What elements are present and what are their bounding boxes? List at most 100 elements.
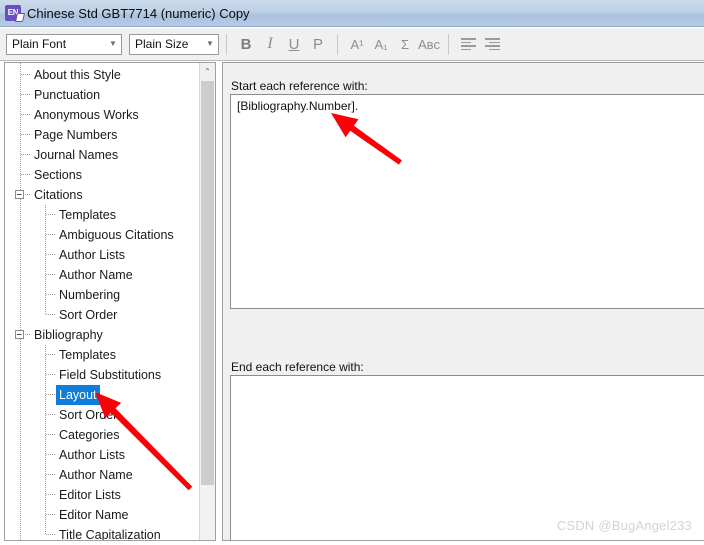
align-left-button[interactable] xyxy=(456,32,480,56)
csdn-watermark: CSDN @BugAngel233 xyxy=(556,518,692,533)
tree-item[interactable]: Author Name xyxy=(5,265,201,285)
plain-button[interactable]: P xyxy=(306,32,330,56)
tree-connector xyxy=(21,114,30,115)
tree-item[interactable]: Sort Order xyxy=(5,305,201,325)
tree-item-label: Author Name xyxy=(59,468,133,482)
tree-item[interactable]: Page Numbers xyxy=(5,125,201,145)
scrollbar-thumb[interactable] xyxy=(201,81,214,485)
tree-item-label: Punctuation xyxy=(34,88,101,102)
sidebar-scrollbar[interactable]: ⌃ xyxy=(199,63,215,540)
tree-item-label: About this Style xyxy=(34,68,121,82)
tree-item[interactable]: Sort Order xyxy=(5,405,201,425)
insert-symbol-icon[interactable]: Σ xyxy=(393,32,417,56)
start-each-reference-input[interactable]: [Bibliography.Number]. xyxy=(230,94,704,309)
tree-item-label: Sort Order xyxy=(59,408,118,422)
tree-item-label: Author Lists xyxy=(59,248,126,262)
tree-item[interactable]: Categories xyxy=(5,425,201,445)
formatting-toolbar: Plain Font ▼ Plain Size ▼ B I U P A¹ A₁ … xyxy=(0,28,704,61)
tree-item[interactable]: Editor Name xyxy=(5,505,201,525)
endnote-app-icon: EN xyxy=(5,5,21,21)
scroll-up-arrow-icon[interactable]: ⌃ xyxy=(200,63,215,80)
tree-item-label: Citations xyxy=(34,188,83,202)
tree-item-label: Editor Name xyxy=(59,508,129,522)
tree-item-label: Field Substitutions xyxy=(59,368,162,382)
tree-item[interactable]: Numbering xyxy=(5,285,201,305)
italic-button[interactable]: I xyxy=(258,32,282,56)
tree-item[interactable]: Field Substitutions xyxy=(5,365,201,385)
tree-item[interactable]: About this Style xyxy=(5,65,201,85)
tree-item[interactable]: Templates xyxy=(5,345,201,365)
toolbar-divider xyxy=(337,33,338,55)
toolbar-divider xyxy=(226,33,227,55)
tree-connector xyxy=(46,434,55,435)
tree-connector xyxy=(46,314,55,315)
size-combo[interactable]: Plain Size ▼ xyxy=(129,33,219,55)
tree-connector xyxy=(46,354,55,355)
tree-item-label: Title Capitalization xyxy=(59,528,161,541)
tree-connector xyxy=(46,474,55,475)
tree-item[interactable]: Ambiguous Citations xyxy=(5,225,201,245)
tree-connector xyxy=(21,194,30,195)
tree-connector xyxy=(21,94,30,95)
bold-button[interactable]: B xyxy=(234,32,258,56)
tree-item-label: Anonymous Works xyxy=(34,108,139,122)
font-combo[interactable]: Plain Font ▼ xyxy=(6,33,122,55)
tree-connector xyxy=(21,134,30,135)
tree-connector xyxy=(46,214,55,215)
align-left-icon xyxy=(460,38,476,50)
chevron-down-icon: ▼ xyxy=(109,39,117,48)
tree-item-label: Journal Names xyxy=(34,148,119,162)
tree-item[interactable]: Title Capitalization xyxy=(5,525,201,541)
tree-item[interactable]: Citations xyxy=(5,185,201,205)
tree-connector xyxy=(46,274,55,275)
layout-settings-panel: Start each reference with: [Bibliography… xyxy=(222,62,704,541)
size-combo-value: Plain Size xyxy=(135,37,189,51)
tree-connector xyxy=(46,294,55,295)
tree-item-label: Sections xyxy=(34,168,82,182)
chevron-down-icon: ▼ xyxy=(206,39,214,48)
tree-item-label: Ambiguous Citations xyxy=(59,228,174,242)
tree-item[interactable]: Anonymous Works xyxy=(5,105,201,125)
end-each-reference-label: End each reference with: xyxy=(231,360,364,374)
tree-item[interactable]: Author Name xyxy=(5,465,201,485)
tree-item-label: Page Numbers xyxy=(34,128,118,142)
style-sections-tree[interactable]: About this Style Punctuation Anonymous Wor… xyxy=(5,65,201,541)
tree-item[interactable]: Punctuation xyxy=(5,85,201,105)
align-justify-icon xyxy=(484,38,500,50)
tree-connector xyxy=(21,174,30,175)
tree-connector xyxy=(46,414,55,415)
window-title: Chinese Std GBT7714 (numeric) Copy xyxy=(27,5,250,21)
tree-item-label: Author Name xyxy=(59,268,133,282)
tree-item[interactable]: Editor Lists xyxy=(5,485,201,505)
tree-item[interactable]: Author Lists xyxy=(5,445,201,465)
tree-connector xyxy=(21,334,30,335)
tree-item-label: Sort Order xyxy=(59,308,118,322)
toolbar-divider xyxy=(448,33,449,55)
tree-connector xyxy=(46,494,55,495)
tree-connector xyxy=(46,234,55,235)
small-caps-button[interactable]: Aʙᴄ xyxy=(417,32,441,56)
tree-item[interactable]: Layout xyxy=(5,385,201,405)
tree-connector xyxy=(46,374,55,375)
tree-item-label: Categories xyxy=(59,428,120,442)
tree-item[interactable]: Journal Names xyxy=(5,145,201,165)
tree-item-label: Templates xyxy=(59,348,116,362)
tree-item[interactable]: Sections xyxy=(5,165,201,185)
superscript-button[interactable]: A¹ xyxy=(345,32,369,56)
tree-connector xyxy=(21,154,30,155)
tree-item[interactable]: Bibliography xyxy=(5,325,201,345)
tree-item-label: Numbering xyxy=(59,288,121,302)
tree-item[interactable]: Templates xyxy=(5,205,201,225)
underline-button[interactable]: U xyxy=(282,32,306,56)
window-titlebar: EN Chinese Std GBT7714 (numeric) Copy xyxy=(0,0,704,27)
tree-item[interactable]: Author Lists xyxy=(5,245,201,265)
tree-connector xyxy=(46,254,55,255)
style-sections-tree-panel: About this Style Punctuation Anonymous Wor… xyxy=(4,62,216,541)
tree-item-label: Editor Lists xyxy=(59,488,121,502)
tree-item-label: Author Lists xyxy=(59,448,126,462)
align-justify-button[interactable] xyxy=(480,32,504,56)
end-each-reference-input[interactable] xyxy=(230,375,704,540)
tree-connector xyxy=(46,534,55,535)
tree-connector xyxy=(46,394,55,395)
subscript-button[interactable]: A₁ xyxy=(369,32,393,56)
